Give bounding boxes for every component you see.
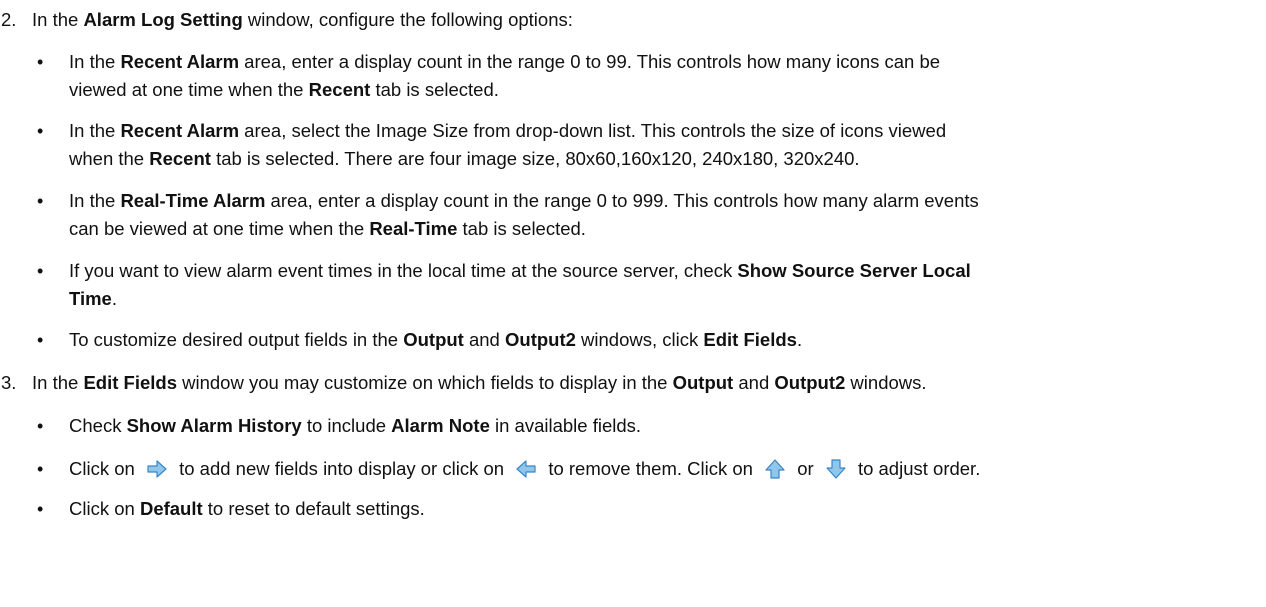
bullet-1-line-1: In the Recent Alarm area, enter a displa…	[69, 51, 941, 72]
bullet-3-line-1: In the Real-Time Alarm area, enter a dis…	[69, 190, 979, 211]
arrow-up-icon	[764, 459, 786, 479]
step-3-text: In the Edit Fields window you may custom…	[32, 372, 927, 393]
arrow-right-icon	[146, 459, 168, 479]
arrow-down-icon	[825, 459, 847, 479]
bullet-4-line-2: Time.	[69, 288, 117, 309]
bullet-5-line: To customize desired output fields in th…	[69, 329, 803, 350]
bullet-mark: •	[37, 261, 44, 281]
bullet-mark: •	[37, 416, 44, 436]
step-2-number: 2.	[1, 9, 17, 30]
bullet-mark: •	[37, 191, 44, 211]
arrow-left-icon	[515, 459, 537, 479]
bullet-mark: •	[37, 52, 44, 72]
bullet-2-line-2: when the Recent tab is selected. There a…	[69, 148, 860, 169]
bullet-2-line-1: In the Recent Alarm area, select the Ima…	[69, 120, 947, 141]
bullet-8-line: Click on Default to reset to default set…	[69, 498, 425, 519]
step-3-number: 3.	[1, 372, 17, 393]
step-2-text: In the Alarm Log Setting window, configu…	[32, 9, 573, 30]
bullet-7-line: Click on to add new fields into display …	[69, 458, 981, 479]
bullet-mark: •	[37, 330, 44, 350]
bullet-6-line: Check Show Alarm History to include Alar…	[69, 415, 642, 436]
bullet-3-line-2: can be viewed at one time when the Real-…	[69, 218, 586, 239]
bullet-mark: •	[37, 499, 44, 519]
bullet-mark: •	[37, 121, 44, 141]
bullet-mark: •	[37, 459, 44, 479]
bullet-1-line-2: viewed at one time when the Recent tab i…	[69, 79, 499, 100]
bullet-4-line-1: If you want to view alarm event times in…	[69, 260, 971, 281]
